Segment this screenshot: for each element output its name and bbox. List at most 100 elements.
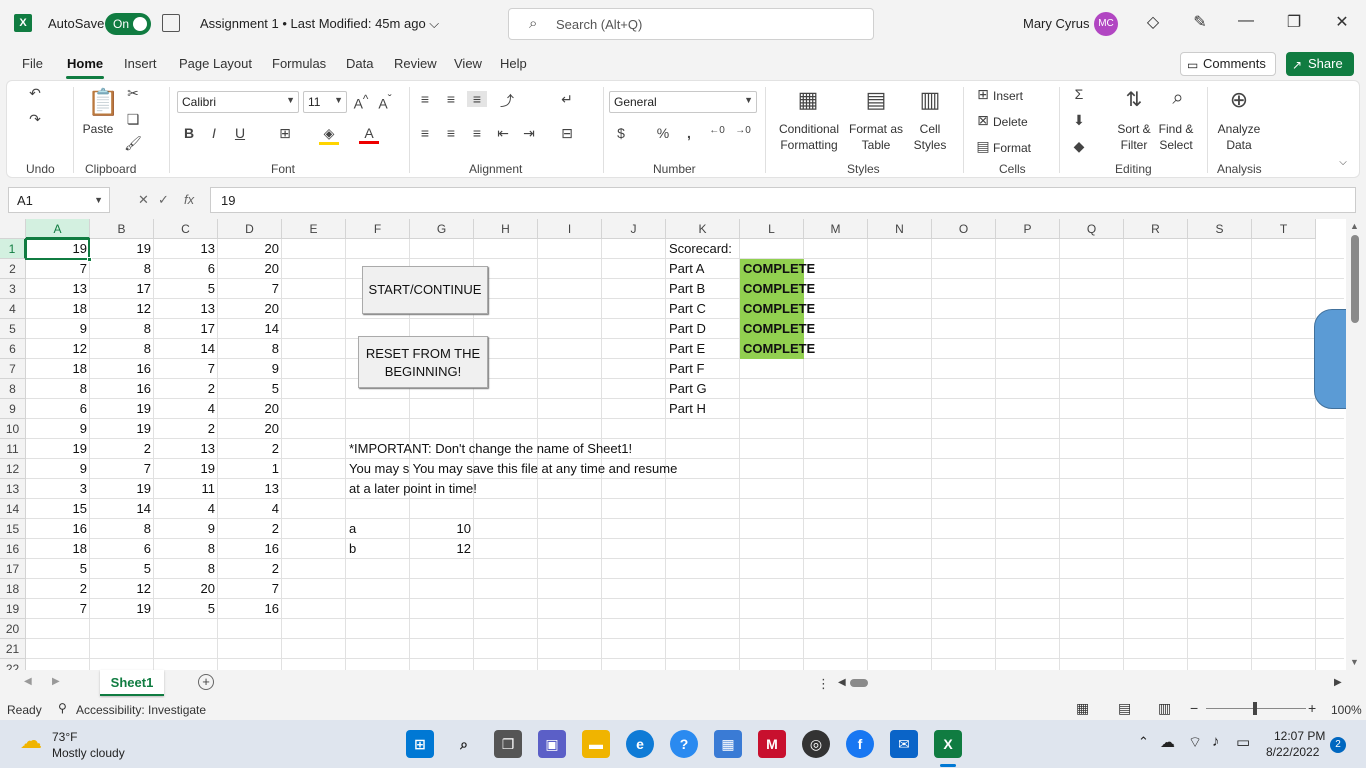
- cell-d18[interactable]: 7: [218, 579, 282, 599]
- increase-font-icon[interactable]: A^: [351, 93, 371, 112]
- scorecard-part-label[interactable]: Part B: [666, 279, 740, 299]
- find-select-button[interactable]: Find & Select: [1153, 121, 1199, 153]
- tab-data[interactable]: Data: [346, 56, 373, 71]
- comments-button[interactable]: ▭ Comments: [1180, 52, 1276, 76]
- row-header-2[interactable]: 2: [0, 259, 26, 279]
- row-header-11[interactable]: 11: [0, 439, 26, 459]
- autosave-toggle[interactable]: On: [105, 13, 151, 35]
- avatar[interactable]: MC: [1094, 12, 1118, 36]
- cell-b11[interactable]: 2: [90, 439, 154, 459]
- taskbar-search-icon[interactable]: ⌕: [450, 730, 478, 758]
- row-header-22[interactable]: 22: [0, 659, 26, 670]
- important-note[interactable]: *IMPORTANT: Don't change the name of She…: [346, 439, 706, 459]
- page-break-view-icon[interactable]: ▥: [1158, 700, 1171, 717]
- cell-c3[interactable]: 5: [154, 279, 218, 299]
- cell-a5[interactable]: 9: [26, 319, 90, 339]
- document-title[interactable]: Assignment 1 • Last Modified: 45m ago ⌵: [200, 16, 439, 32]
- copy-icon[interactable]: ❏: [123, 111, 143, 128]
- facebook-icon[interactable]: f: [846, 730, 874, 758]
- column-header-o[interactable]: O: [932, 219, 996, 239]
- cell-d15[interactable]: 2: [218, 519, 282, 539]
- align-center-icon[interactable]: ≡: [441, 125, 461, 141]
- cell-b15[interactable]: 8: [90, 519, 154, 539]
- column-header-k[interactable]: K: [666, 219, 740, 239]
- share-button[interactable]: ↗ Share: [1286, 52, 1354, 76]
- start-continue-button[interactable]: START/CONTINUE: [362, 266, 488, 314]
- cell-a16[interactable]: 18: [26, 539, 90, 559]
- underline-icon[interactable]: U: [230, 125, 250, 141]
- var-a-value[interactable]: 10: [410, 519, 474, 539]
- insert-cells-button[interactable]: Insert: [993, 88, 1023, 104]
- cell-b2[interactable]: 8: [90, 259, 154, 279]
- font-name-select[interactable]: Calibri ▼: [177, 91, 299, 113]
- cell-c6[interactable]: 14: [154, 339, 218, 359]
- minimize-icon[interactable]: —: [1234, 12, 1258, 30]
- row-header-16[interactable]: 16: [0, 539, 26, 559]
- cell-b18[interactable]: 12: [90, 579, 154, 599]
- save-note[interactable]: You may s You may save this file at any …: [346, 459, 706, 479]
- insert-cells-icon[interactable]: ⊞: [973, 86, 993, 103]
- cell-b8[interactable]: 16: [90, 379, 154, 399]
- insert-function-icon[interactable]: fx: [184, 192, 194, 207]
- row-header-13[interactable]: 13: [0, 479, 26, 499]
- cell-a3[interactable]: 13: [26, 279, 90, 299]
- scroll-left-icon[interactable]: ◀: [838, 677, 846, 688]
- cell-c12[interactable]: 19: [154, 459, 218, 479]
- scorecard-status-complete[interactable]: COMPLETE: [740, 339, 815, 359]
- column-header-i[interactable]: I: [538, 219, 602, 239]
- onedrive-icon[interactable]: ☁: [1160, 733, 1175, 751]
- select-all-corner[interactable]: [0, 219, 26, 239]
- scorecard-part-label[interactable]: Part H: [666, 399, 740, 419]
- clock-time[interactable]: 12:07 PM: [1274, 729, 1325, 743]
- row-header-9[interactable]: 9: [0, 399, 26, 419]
- cell-a11[interactable]: 19: [26, 439, 90, 459]
- align-middle-icon[interactable]: ≡: [441, 91, 461, 107]
- orientation-icon[interactable]: ⤴: [497, 91, 517, 111]
- find-select-icon[interactable]: ⌕: [1165, 87, 1191, 110]
- row-header-10[interactable]: 10: [0, 419, 26, 439]
- add-sheet-icon[interactable]: +: [198, 674, 214, 690]
- cell-d12[interactable]: 1: [218, 459, 282, 479]
- tab-help[interactable]: Help: [500, 56, 527, 71]
- restore-icon[interactable]: ❐: [1282, 12, 1306, 32]
- cell-b19[interactable]: 19: [90, 599, 154, 619]
- cell-a19[interactable]: 7: [26, 599, 90, 619]
- font-color-icon[interactable]: A: [359, 125, 379, 144]
- column-header-g[interactable]: G: [410, 219, 474, 239]
- cell-a7[interactable]: 18: [26, 359, 90, 379]
- scorecard-status-complete[interactable]: COMPLETE: [740, 259, 815, 279]
- cell-a6[interactable]: 12: [26, 339, 90, 359]
- cell-c16[interactable]: 8: [154, 539, 218, 559]
- column-header-t[interactable]: T: [1252, 219, 1316, 239]
- scorecard-part-label[interactable]: Part A: [666, 259, 740, 279]
- cell-d6[interactable]: 8: [218, 339, 282, 359]
- cell-a9[interactable]: 6: [26, 399, 90, 419]
- cell-b10[interactable]: 19: [90, 419, 154, 439]
- name-box[interactable]: A1 ▼: [8, 187, 110, 213]
- reset-button[interactable]: RESET FROM THE BEGINNING!: [358, 336, 488, 388]
- cell-a18[interactable]: 2: [26, 579, 90, 599]
- pen-icon[interactable]: ✎: [1188, 12, 1212, 32]
- row-header-17[interactable]: 17: [0, 559, 26, 579]
- scorecard-part-label[interactable]: Part D: [666, 319, 740, 339]
- autosum-icon[interactable]: Σ: [1069, 86, 1089, 102]
- cell-c18[interactable]: 20: [154, 579, 218, 599]
- cell-d7[interactable]: 9: [218, 359, 282, 379]
- number-format-select[interactable]: General ▼: [609, 91, 757, 113]
- column-header-p[interactable]: P: [996, 219, 1060, 239]
- excel-taskbar-icon[interactable]: X: [934, 730, 962, 758]
- column-header-m[interactable]: M: [804, 219, 868, 239]
- cell-a13[interactable]: 3: [26, 479, 90, 499]
- fill-handle[interactable]: [87, 257, 92, 262]
- row-header-4[interactable]: 4: [0, 299, 26, 319]
- column-header-r[interactable]: R: [1124, 219, 1188, 239]
- undo-icon[interactable]: ↶: [25, 85, 45, 102]
- decrease-indent-icon[interactable]: ⇤: [493, 125, 513, 142]
- cell-d19[interactable]: 16: [218, 599, 282, 619]
- var-b-value[interactable]: 12: [410, 539, 474, 559]
- cell-b5[interactable]: 8: [90, 319, 154, 339]
- row-header-3[interactable]: 3: [0, 279, 26, 299]
- paste-button[interactable]: Paste: [81, 121, 115, 137]
- cell-a10[interactable]: 9: [26, 419, 90, 439]
- cell-a14[interactable]: 15: [26, 499, 90, 519]
